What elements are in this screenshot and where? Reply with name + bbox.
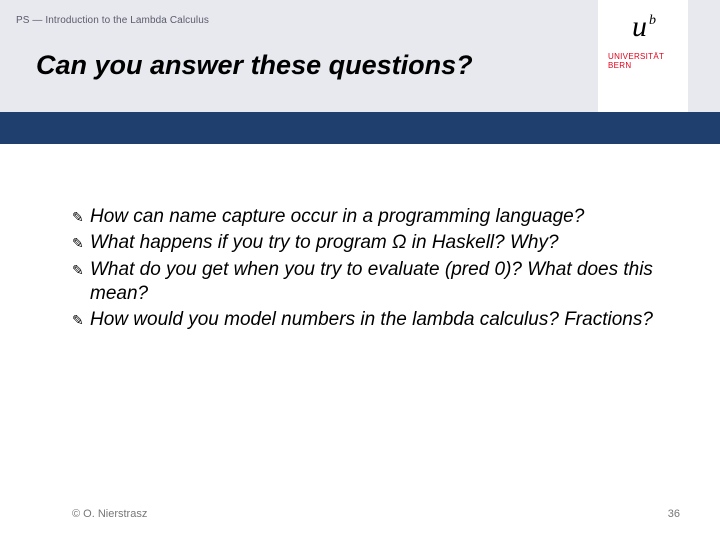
logo-mark: ub xyxy=(632,10,654,44)
logo-subtext: UNIVERSITÄT BERN xyxy=(598,52,664,70)
page-title: Can you answer these questions? xyxy=(36,50,473,81)
list-item: ✎ What do you get when you try to evalua… xyxy=(72,258,672,307)
university-logo: ub UNIVERSITÄT BERN xyxy=(598,0,688,112)
pencil-icon: ✎ xyxy=(72,205,90,229)
pencil-icon: ✎ xyxy=(72,231,90,255)
list-item-text: What happens if you try to program Ω in … xyxy=(90,231,559,255)
breadcrumb: PS — Introduction to the Lambda Calculus xyxy=(16,15,209,26)
bullet-list: ✎ How can name capture occur in a progra… xyxy=(72,205,672,335)
page-number: 36 xyxy=(668,508,680,520)
footer-copyright: © O. Nierstrasz xyxy=(72,508,147,520)
pencil-icon: ✎ xyxy=(72,308,90,332)
list-item-text: What do you get when you try to evaluate… xyxy=(90,258,672,307)
list-item-text: How can name capture occur in a programm… xyxy=(90,205,584,229)
logo-letter-u: u xyxy=(632,10,647,43)
logo-line2: BERN xyxy=(608,61,664,70)
list-item: ✎ What happens if you try to program Ω i… xyxy=(72,231,672,255)
list-item: ✎ How would you model numbers in the lam… xyxy=(72,308,672,332)
list-item-text: How would you model numbers in the lambd… xyxy=(90,308,653,332)
pencil-icon: ✎ xyxy=(72,258,90,282)
logo-line1: UNIVERSITÄT xyxy=(608,52,664,61)
accent-bar xyxy=(0,112,720,144)
list-item: ✎ How can name capture occur in a progra… xyxy=(72,205,672,229)
logo-letter-b: b xyxy=(649,13,656,28)
